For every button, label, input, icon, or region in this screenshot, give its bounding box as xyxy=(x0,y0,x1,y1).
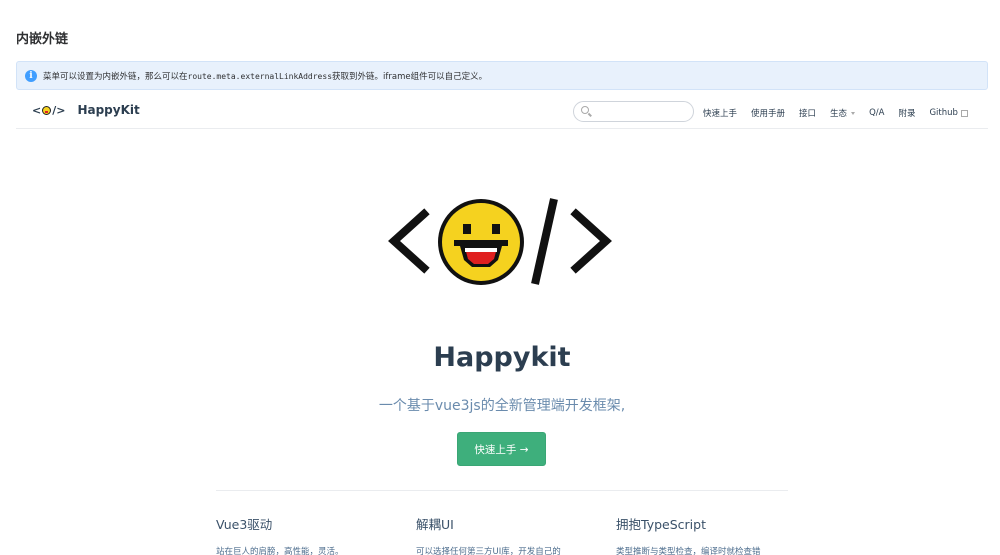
feature-title: 解耦UI xyxy=(416,517,454,532)
feature-decoupled-ui: 解耦UI 可以选择任何第三方UI库，开发自己的 xyxy=(416,514,588,555)
slash xyxy=(531,198,558,285)
search-icon xyxy=(581,106,589,114)
search-input[interactable] xyxy=(592,104,687,119)
hero-title: Happykit xyxy=(433,342,571,373)
nav-link-quickstart[interactable]: 快速上手 xyxy=(703,107,737,119)
nav-link-label: 接口 xyxy=(799,109,817,119)
logo-bracket-left: < xyxy=(32,103,42,117)
page-card: 内嵌外链 i 菜单可以设置为内嵌外链，那么可以在route.meta.exter… xyxy=(0,0,1000,555)
get-started-button[interactable]: 快速上手 → xyxy=(457,432,546,466)
hero-description: 一个基于vue3js的全新管理端开发框架, xyxy=(378,398,626,414)
nav-links: 快速上手 使用手册 接口 生态 Q/A 附录 Github xyxy=(703,107,968,119)
nav-link-label: 快速上手 xyxy=(703,109,738,119)
nav-dropdown-ecosystem[interactable]: 生态 xyxy=(830,107,856,119)
embedded-iframe[interactable]: < /> HappyKit 快速上手 使用手册 接口 生态 Q/A 附录 Git… xyxy=(16,96,988,555)
site-brand[interactable]: < /> HappyKit xyxy=(32,103,140,117)
info-icon: i xyxy=(25,69,37,82)
nav-link-manual[interactable]: 使用手册 xyxy=(751,107,785,119)
hero-logo xyxy=(388,198,612,285)
feature-details: 站在巨人的肩膀，高性能，灵活。 xyxy=(216,547,344,555)
left-angle-bracket xyxy=(388,208,430,274)
site-logo: < /> xyxy=(32,104,65,117)
feature-typescript: 拥抱TypeScript 类型推断与类型检查，编译时就检查错 xyxy=(616,514,788,555)
alert-text-after: 获取到外链。iframe组件可以自己定义。 xyxy=(332,71,488,82)
brand-name[interactable]: HappyKit xyxy=(77,103,139,117)
nav-link-label: 附录 xyxy=(898,109,916,119)
smiley-face-icon xyxy=(42,105,52,115)
feature-details: 可以选择任何第三方UI库，开发自己的 xyxy=(416,547,561,555)
logo-bracket-right: /> xyxy=(52,103,66,117)
divider xyxy=(216,490,788,491)
pixel-smiley-face-icon xyxy=(438,199,524,285)
nav-link-label: Q/A xyxy=(869,108,885,118)
alert-text: 菜单可以设置为内嵌外链，那么可以在route.meta.externalLink… xyxy=(43,70,487,82)
nav-link-label: 使用手册 xyxy=(751,109,786,119)
alert-code: route.meta.externalLinkAddress xyxy=(187,71,333,81)
alert-text-before: 菜单可以设置为内嵌外链，那么可以在 xyxy=(43,71,188,82)
nav-link-api[interactable]: 接口 xyxy=(799,107,816,119)
info-alert: i 菜单可以设置为内嵌外链，那么可以在route.meta.externalLi… xyxy=(16,61,988,90)
search-box[interactable] xyxy=(573,101,694,122)
feature-vue3: Vue3驱动 站在巨人的肩膀，高性能，灵活。 xyxy=(216,514,388,555)
nav-link-appendix[interactable]: 附录 xyxy=(898,107,915,119)
right-angle-bracket xyxy=(570,208,612,274)
nav-link-github[interactable]: Github xyxy=(929,108,968,118)
nav-link-label: Github xyxy=(929,108,958,118)
page-title: 内嵌外链 xyxy=(16,32,69,47)
feature-title: 拥抱TypeScript xyxy=(616,517,706,532)
feature-details: 类型推断与类型检查，编译时就检查错 xyxy=(616,547,761,555)
site-navbar: < /> HappyKit 快速上手 使用手册 接口 生态 Q/A 附录 Git… xyxy=(16,96,988,129)
chevron-down-icon xyxy=(851,111,856,115)
nav-link-label: 生态 xyxy=(830,109,848,119)
external-link-icon xyxy=(960,109,968,117)
nav-link-qa[interactable]: Q/A xyxy=(869,108,884,118)
feature-title: Vue3驱动 xyxy=(216,517,273,532)
